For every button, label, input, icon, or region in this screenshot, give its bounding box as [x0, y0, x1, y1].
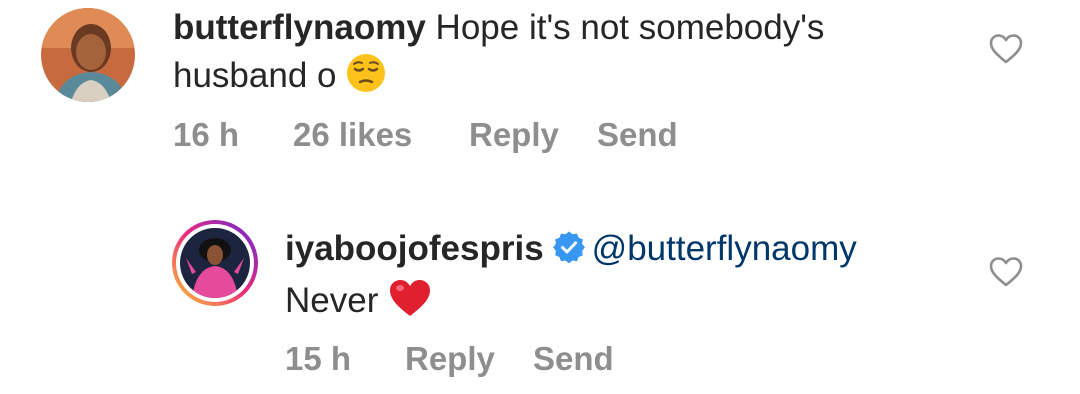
red-heart-emoji: [388, 278, 432, 330]
comment-username[interactable]: butterflynaomy: [173, 8, 426, 47]
comment-body-line1: Hope it's not somebody's: [435, 8, 825, 47]
comment-meta: 16 h 26 likes Reply Send: [173, 116, 678, 154]
story-ring[interactable]: [172, 220, 258, 306]
reply-time: 15 h: [285, 340, 352, 377]
reply-meta: 15 h Reply Send: [285, 340, 614, 378]
reply-text: iyaboojofespris @butterflynaomy Never: [285, 226, 965, 330]
verified-badge-icon: [552, 230, 586, 276]
comment-likes-count[interactable]: 26 likes: [293, 116, 469, 154]
reply-username[interactable]: iyaboojofespris: [285, 229, 544, 268]
reply-body: Never: [285, 281, 379, 320]
heart-outline-icon[interactable]: [988, 33, 1024, 65]
comment-text: butterflynaomy Hope it's not somebody's …: [173, 5, 953, 105]
reply-mention[interactable]: @butterflynaomy: [592, 229, 857, 268]
comment-item: butterflynaomy Hope it's not somebody's …: [0, 0, 1080, 180]
comment-time: 16 h: [173, 116, 240, 153]
comment-body-line2: husband o: [173, 56, 337, 95]
comment-send-button[interactable]: Send: [597, 116, 678, 154]
comment-reply-button[interactable]: Reply: [469, 116, 597, 154]
reply-item: iyaboojofespris @butterflynaomy Never 15 …: [0, 210, 1080, 394]
reply-reply-button[interactable]: Reply: [405, 340, 533, 378]
avatar-butterflynaomy[interactable]: [41, 8, 135, 102]
reply-send-button[interactable]: Send: [533, 340, 614, 378]
heart-outline-icon[interactable]: [988, 256, 1024, 288]
pensive-face-emoji: [346, 53, 386, 105]
avatar-iyaboojofespris[interactable]: [180, 228, 250, 298]
